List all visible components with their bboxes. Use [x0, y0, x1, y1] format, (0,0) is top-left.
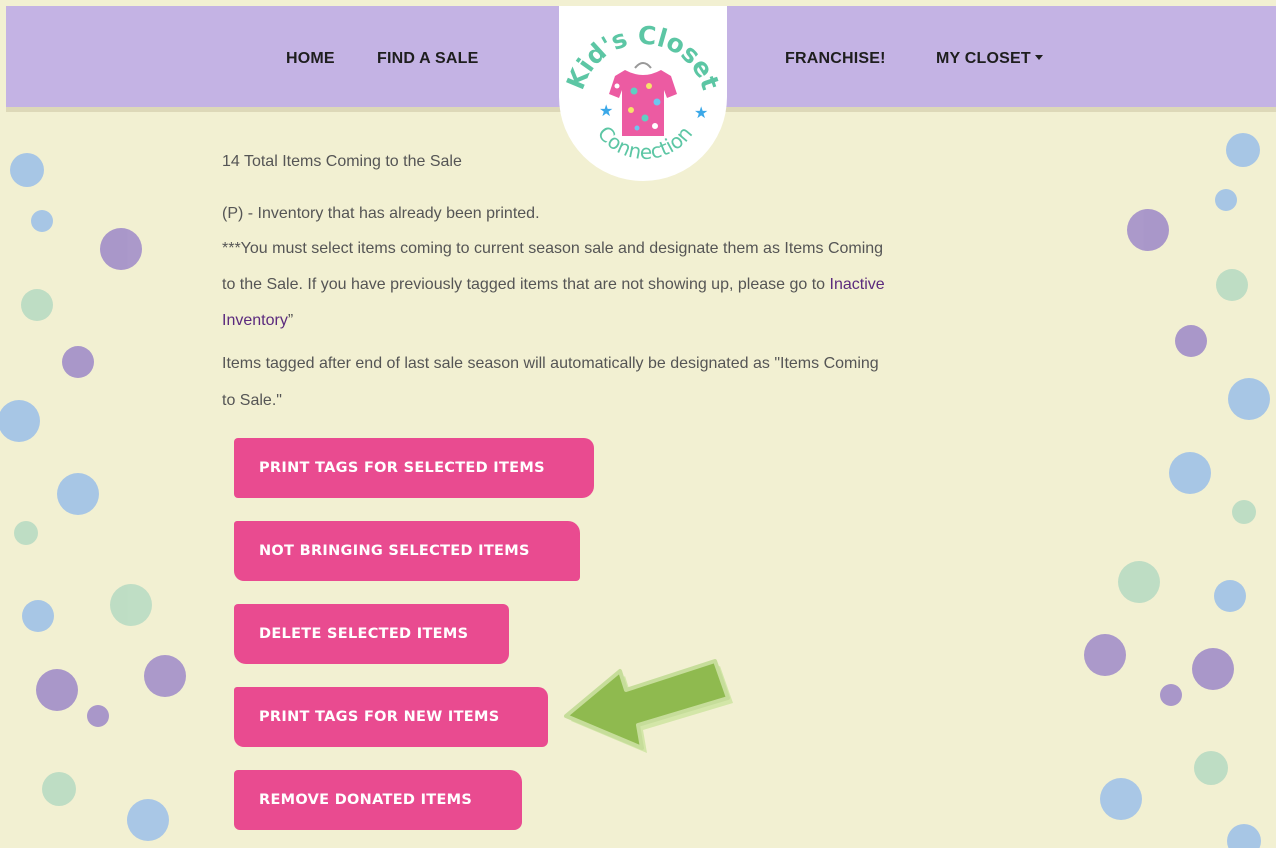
- polka-dot-shirt-icon: [609, 62, 677, 136]
- site-logo[interactable]: Kid's Closet Connection ★ ★: [559, 6, 727, 181]
- star-icon: ★: [599, 101, 613, 120]
- star-icon: ★: [694, 103, 708, 122]
